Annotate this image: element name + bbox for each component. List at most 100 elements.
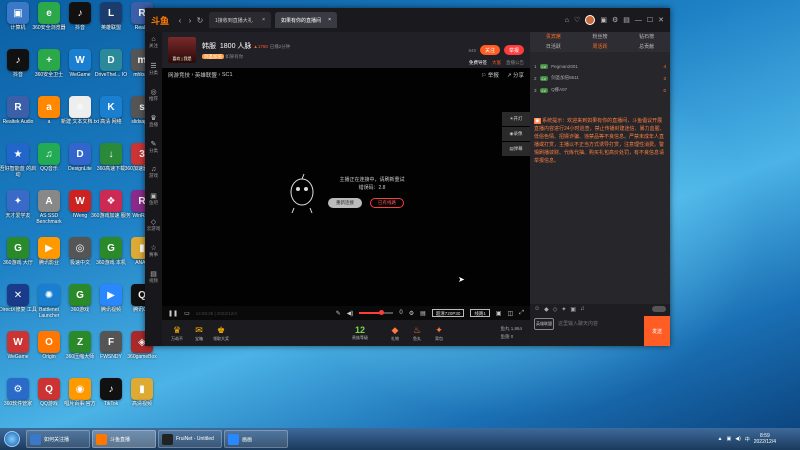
app-topbar: 斗鱼 ‹ › ↻ 1接收到直播大礼 × 如果有你的直播间 × ⌂ ♡ ▣ ⚙ ▤ —…: [145, 8, 670, 32]
rank-row[interactable]: 2 LV 剑圣加倍8611 3: [530, 72, 670, 84]
retry-button[interactable]: 重新连接: [328, 198, 362, 208]
taskbar-item[interactable]: FruiNet - Untitled: [158, 430, 222, 448]
danmu-toggle-icon[interactable]: ▤: [420, 310, 426, 317]
nav-item[interactable]: ♛ 直播: [145, 110, 162, 136]
report-link[interactable]: ⚐ 举报: [481, 71, 498, 79]
danmu-button[interactable]: ▤ 弹幕: [502, 142, 530, 156]
nav-item[interactable]: ✎ 分类: [145, 136, 162, 162]
gift-item[interactable]: ♚ 领取大奖: [210, 325, 232, 342]
send-button[interactable]: 发送: [644, 316, 670, 346]
forward-icon[interactable]: ›: [185, 16, 195, 25]
maximize-icon[interactable]: ☐: [647, 16, 653, 24]
fullscreen-icon[interactable]: ⤢: [519, 310, 524, 317]
shield-icon[interactable]: ◇: [553, 306, 558, 313]
extra-2[interactable]: 大富: [492, 60, 501, 66]
gift-action[interactable]: ♨ 鱼丸: [406, 325, 428, 342]
level-badge: LV: [539, 87, 549, 93]
badge-select[interactable]: 英雄联盟: [534, 318, 554, 330]
tab-diamond[interactable]: 钻石榜: [623, 32, 671, 42]
nav-item[interactable]: ☰ 分类: [145, 58, 162, 84]
edit-icon[interactable]: ✎: [336, 310, 341, 317]
gift-item[interactable]: ♛ 万劫不: [166, 325, 188, 342]
video-player[interactable]: 网游竞技 › 英雄联盟 › SC1 ⚐ 举报 ↗ 分享 ☀ 开灯 ◉ 录像 ▤ …: [162, 68, 530, 320]
settings-icon[interactable]: ⚙: [409, 310, 414, 317]
nav-item[interactable]: ⌂ 关注: [145, 32, 162, 58]
line-select[interactable]: 线路1: [470, 309, 490, 317]
gift-action[interactable]: ◆ 礼物: [384, 325, 406, 342]
player-side-tools: ☀ 开灯 ◉ 录像 ▤ 弹幕: [502, 112, 530, 157]
light-toggle[interactable]: ☀ 开灯: [502, 112, 530, 126]
streamer-tag[interactable]: 剑圣加倍: [202, 53, 224, 59]
taskbar-item[interactable]: 斗鱼直播: [92, 430, 156, 448]
theater-icon[interactable]: ▣: [496, 310, 502, 317]
rank-row[interactable]: 3 LV Q娜A97 0: [530, 84, 670, 96]
extra-1[interactable]: 免费导签: [469, 60, 487, 66]
share-link[interactable]: ↗ 分享: [507, 71, 524, 79]
speaker-icon[interactable]: ◀): [735, 436, 741, 442]
douyu-logo[interactable]: 斗鱼: [145, 8, 175, 32]
gift-icon[interactable]: ◆: [544, 306, 549, 313]
nav-item[interactable]: ▣ 鱼吧: [145, 188, 162, 214]
taskbar-item[interactable]: 如何关注播: [26, 430, 90, 448]
nav-item[interactable]: ◇ 云游戏: [145, 214, 162, 240]
record-button[interactable]: ◉ 录像: [502, 127, 530, 141]
pip-icon[interactable]: ◫: [508, 310, 514, 317]
favorite-icon[interactable]: ♡: [574, 16, 580, 24]
action-icon: ♨: [412, 324, 422, 335]
gift-action[interactable]: ✦ 背包: [428, 325, 450, 342]
tab-total[interactable]: 总贡献: [623, 42, 671, 52]
tab-daily[interactable]: 日活跃: [530, 42, 577, 52]
action-label: 背包: [435, 335, 443, 341]
tab-fans[interactable]: 粉丝榜: [576, 32, 624, 42]
network-icon[interactable]: ▣: [726, 436, 731, 442]
volume-slider[interactable]: [359, 310, 394, 315]
minimize-icon[interactable]: —: [635, 17, 642, 24]
rank-row[interactable]: 1 LV Pegman2001 4: [530, 60, 670, 72]
tray-expand-icon[interactable]: ▲: [718, 436, 723, 442]
nav-item[interactable]: ♫ 游戏: [145, 162, 162, 188]
settings-icon[interactable]: ⚙: [612, 16, 618, 24]
volume-icon[interactable]: ◀): [347, 310, 354, 317]
avatar[interactable]: [585, 15, 596, 25]
clock[interactable]: 8:59 2022/12/4: [754, 433, 776, 445]
fan-icon[interactable]: ♫: [580, 306, 585, 312]
screen-icon[interactable]: ▭: [184, 310, 190, 317]
report-button[interactable]: 举报: [503, 45, 524, 55]
tab-2[interactable]: 如果有你的直播间 ×: [275, 12, 337, 28]
desktop-icon[interactable]: ▮ 高清视频: [122, 378, 162, 418]
menu-icon[interactable]: ▤: [623, 16, 630, 24]
nav-item[interactable]: ▤ 视频: [145, 266, 162, 292]
tab-1[interactable]: 1接收到直播大礼 ×: [209, 12, 271, 28]
quality-select[interactable]: 超清720P30: [431, 309, 465, 317]
streamer-avatar[interactable]: 喜欢 | 我是: [168, 37, 196, 63]
extra-3[interactable]: 直播公告: [506, 60, 524, 66]
back-icon[interactable]: ‹: [175, 16, 185, 25]
close-icon[interactable]: ×: [262, 17, 265, 23]
breadcrumb-item[interactable]: SC1: [222, 72, 233, 78]
refresh-icon[interactable]: ↻: [195, 16, 205, 25]
tab-vip[interactable]: 贵宾席: [530, 32, 577, 42]
switch-line-button[interactable]: 已有线路: [370, 198, 404, 208]
pause-icon[interactable]: ❚❚: [168, 310, 178, 317]
start-button[interactable]: [0, 428, 24, 450]
shirt-icon[interactable]: ▣: [600, 16, 607, 24]
breadcrumb-item[interactable]: 网游竞技: [168, 71, 190, 79]
nav-item[interactable]: ◎ 推荐: [145, 84, 162, 110]
taskbar-item[interactable]: 画画: [224, 430, 288, 448]
close-window-icon[interactable]: ✕: [658, 16, 664, 24]
history-icon[interactable]: ⌂: [565, 17, 569, 24]
tab-weekly[interactable]: 周活跃: [576, 42, 624, 52]
streamer-name[interactable]: 韩服: [202, 43, 216, 50]
volume-handle[interactable]: [379, 310, 385, 315]
toggle-switch[interactable]: [652, 306, 666, 312]
emoji-icon[interactable]: ☺: [534, 306, 540, 312]
breadcrumb-item[interactable]: 英雄联盟: [195, 71, 217, 79]
chat-input[interactable]: 这里输入聊天内容: [558, 318, 638, 330]
close-icon[interactable]: ×: [328, 17, 331, 23]
gift-item[interactable]: ✉ 宝箱: [188, 325, 210, 342]
nav-item[interactable]: ☆ 赛事: [145, 240, 162, 266]
input-method-icon[interactable]: 中: [745, 436, 750, 443]
image-icon[interactable]: ▣: [570, 306, 576, 313]
follow-button[interactable]: 关注: [479, 45, 500, 55]
star-icon[interactable]: ✦: [561, 306, 566, 313]
